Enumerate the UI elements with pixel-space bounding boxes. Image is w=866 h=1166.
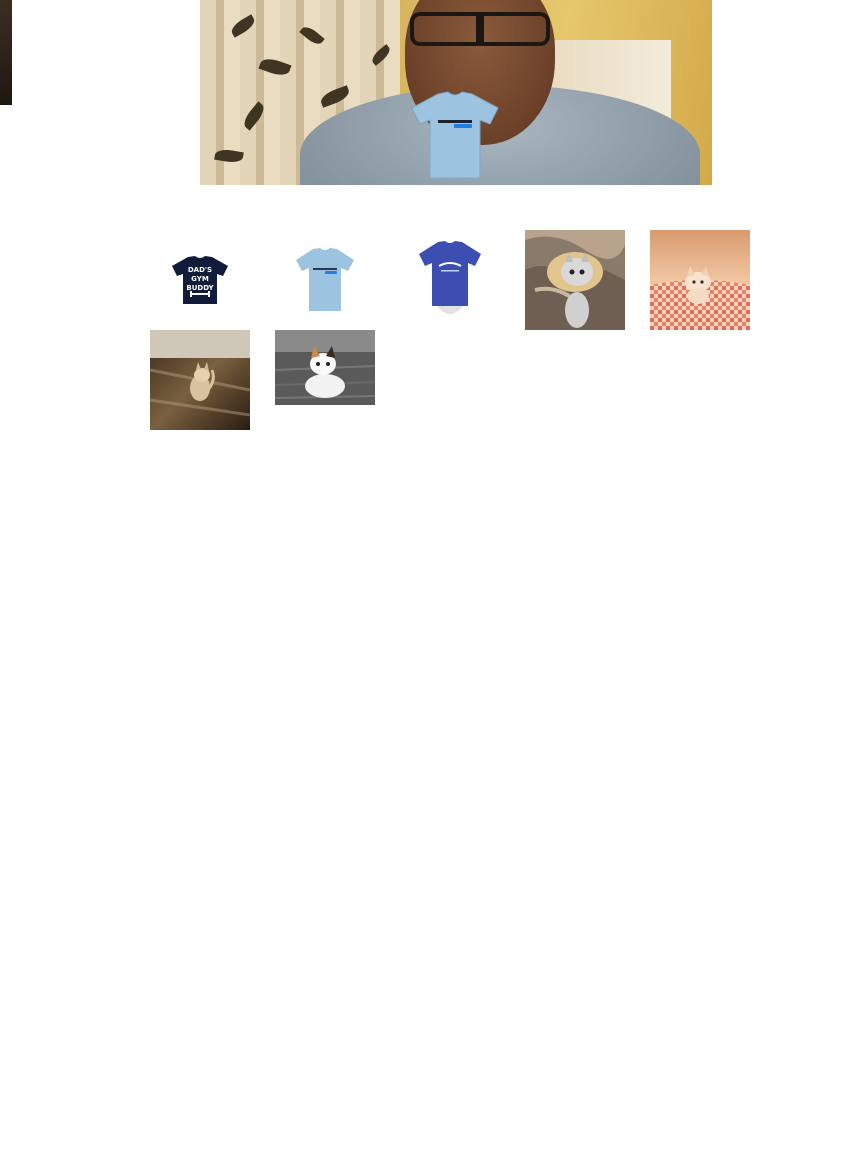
tshirt-icon — [419, 241, 481, 314]
tshirt-overlay-icon — [411, 91, 499, 179]
kitten-in-bread-icon — [525, 230, 625, 330]
thumbnail-kitten-on-floor[interactable] — [150, 330, 250, 430]
thumbnail-kitten-on-blanket[interactable] — [650, 230, 750, 330]
kitten-on-blanket-icon — [650, 230, 750, 330]
thumbnail-kitten-in-bread[interactable] — [525, 230, 625, 330]
tshirt-icon — [296, 248, 354, 311]
thumbnail-tshirt-dads-gym-buddy[interactable]: DAD'S GYM BUDDY — [150, 230, 250, 330]
webcam-feed — [200, 0, 712, 185]
glasses — [410, 12, 550, 46]
thumbnail-tshirt-light-blue[interactable] — [275, 230, 375, 330]
tshirt-print-line-2: GYM — [191, 275, 209, 283]
tshirt-icon: DAD'S GYM BUDDY — [172, 256, 228, 304]
white-kitten-toy-icon — [275, 330, 375, 405]
cropped-side-image — [0, 0, 12, 105]
thumbnail-tshirt-royal-blue[interactable] — [400, 230, 500, 330]
tshirt-print-line-1: DAD'S — [188, 266, 212, 274]
tshirt-print-line-3: BUDDY — [186, 284, 214, 292]
thumbnail-white-kitten-toy[interactable] — [275, 330, 375, 405]
kitten-on-floor-icon — [150, 330, 250, 430]
page: DAD'S GYM BUDDY — [0, 0, 866, 1166]
